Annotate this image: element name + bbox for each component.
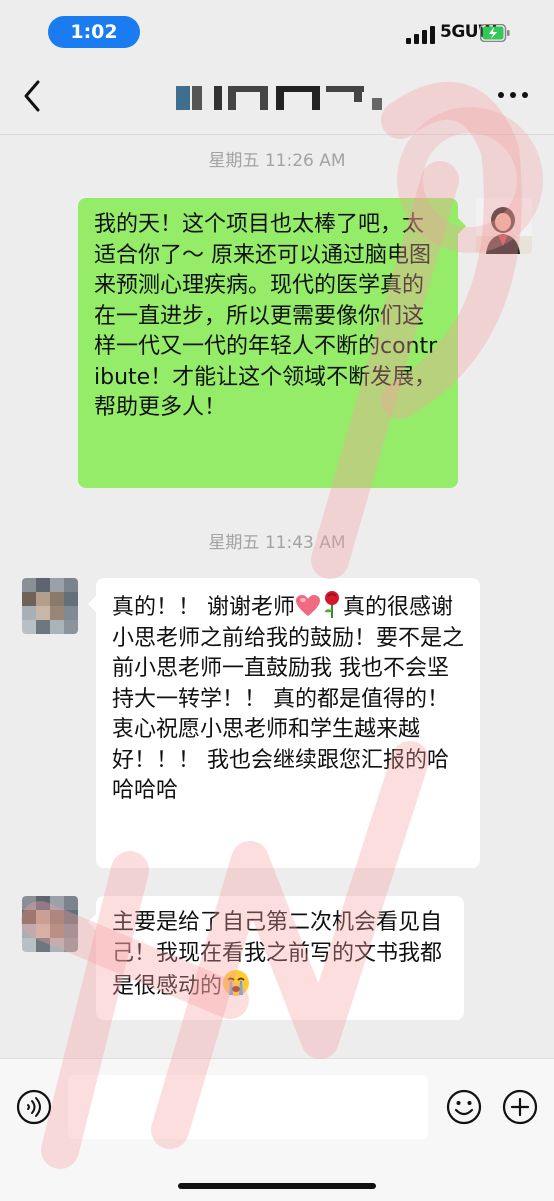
smiley-icon[interactable] bbox=[446, 1089, 482, 1125]
input-bar bbox=[0, 1058, 554, 1201]
status-bar: 1:02 5GUW bbox=[0, 0, 554, 62]
pixelated-avatar-icon bbox=[22, 896, 78, 952]
outgoing-message-bubble[interactable]: 我的天！这个项目也太棒了吧，太适合你了～ 原来还可以通过脑电图来预测心理疾病。现… bbox=[78, 198, 458, 488]
bubble-tail bbox=[88, 914, 96, 930]
battery-icon bbox=[480, 24, 510, 42]
message-timestamp: 星期五 11:43 AM bbox=[208, 533, 346, 553]
red-heart-icon bbox=[296, 595, 320, 616]
chat-header bbox=[0, 62, 554, 135]
contact-avatar[interactable] bbox=[22, 896, 78, 952]
crying-face-icon bbox=[223, 970, 250, 996]
home-indicator[interactable] bbox=[178, 1183, 376, 1189]
message-timestamp: 星期五 11:26 AM bbox=[208, 151, 346, 171]
rose-icon bbox=[325, 591, 339, 618]
status-time[interactable]: 1:02 bbox=[48, 16, 140, 48]
pixelated-avatar-icon bbox=[22, 578, 78, 634]
chevron-left-icon[interactable] bbox=[18, 78, 48, 114]
message-input[interactable] bbox=[68, 1075, 428, 1139]
bubble-tail bbox=[88, 596, 96, 612]
my-avatar[interactable] bbox=[476, 198, 532, 254]
voice-icon[interactable] bbox=[16, 1089, 52, 1125]
plus-icon[interactable] bbox=[502, 1089, 538, 1125]
message-text: 我的天！这个项目也太棒了吧，太适合你了～ 原来还可以通过脑电图来预测心理疾病。现… bbox=[94, 212, 438, 420]
user-photo-icon bbox=[476, 198, 532, 254]
message-text: 真的！！ 谢谢老师 bbox=[112, 595, 295, 620]
bubble-tail bbox=[458, 218, 466, 234]
more-dots-icon[interactable] bbox=[496, 90, 530, 100]
incoming-message-bubble[interactable]: 主要是给了自己第二次机会看见自己！我现在看我之前写的文书我都是很感动的 bbox=[96, 896, 464, 1020]
incoming-message-bubble[interactable]: 真的！！ 谢谢老师 真的很感谢小思老师之前给我的鼓励！要不是之前小思老师一直鼓励我… bbox=[96, 578, 480, 868]
contact-avatar[interactable] bbox=[22, 578, 78, 634]
chat-title-redacted bbox=[176, 86, 386, 110]
signal-icon bbox=[406, 26, 436, 44]
message-text: 主要是给了自己第二次机会看见自己！我现在看我之前写的文书我都是很感动的 bbox=[112, 910, 443, 999]
message-text: 真的很感谢小思老师之前给我的鼓励！要不是之前小思老师一直鼓励我 我也不会坚持大一… bbox=[112, 595, 465, 803]
